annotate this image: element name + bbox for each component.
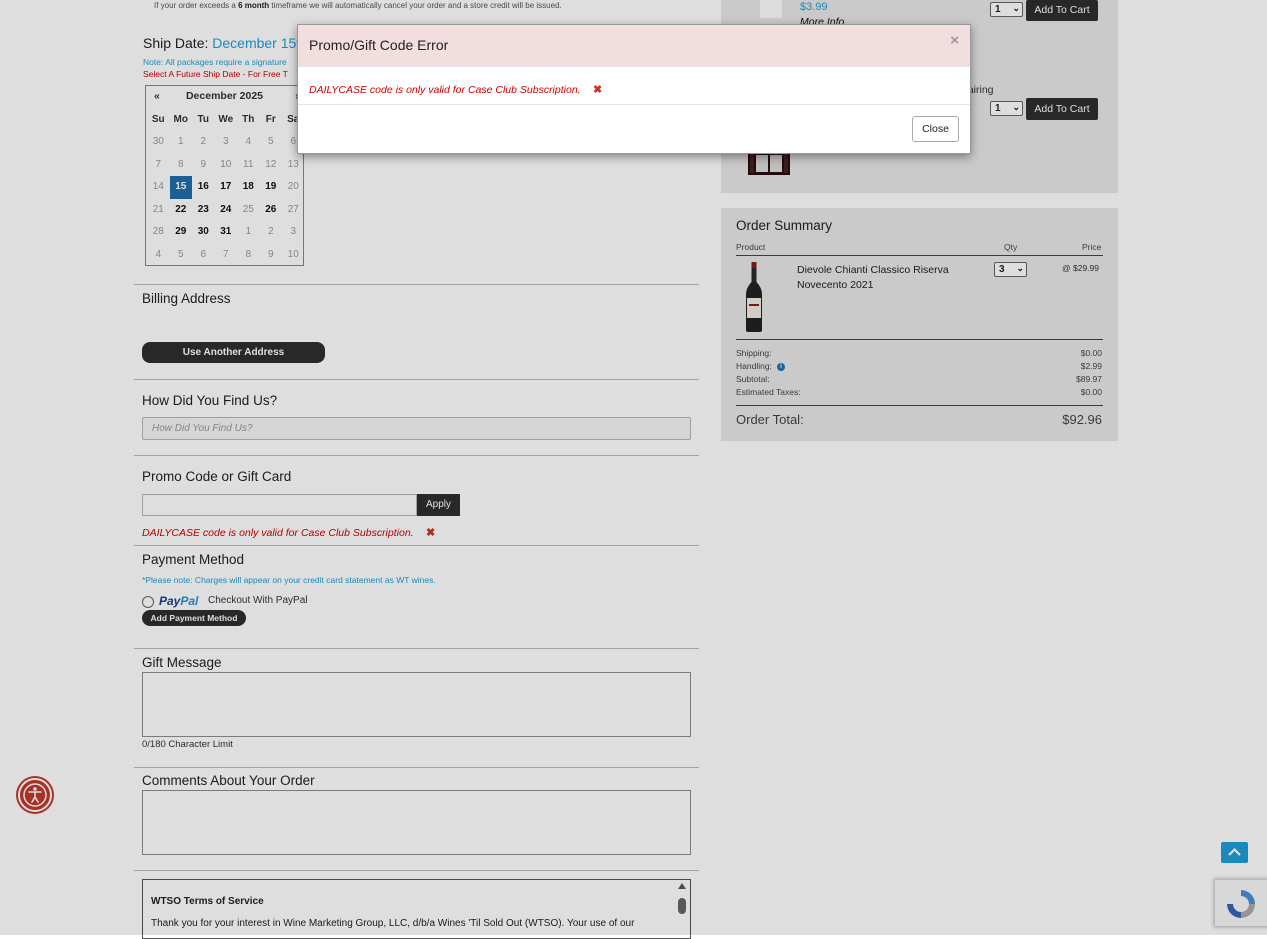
modal-error-text: DAILYCASE code is only valid for Case Cl…: [309, 84, 581, 96]
close-icon[interactable]: ×: [950, 32, 959, 49]
promo-error-modal: Promo/Gift Code Error × DAILYCASE code i…: [297, 24, 971, 154]
modal-message: DAILYCASE code is only valid for Case Cl…: [309, 80, 602, 98]
modal-body: DAILYCASE code is only valid for Case Cl…: [298, 67, 970, 105]
checkout-page: If your order exceeds a 6 month timefram…: [0, 0, 1267, 939]
x-mark-icon: ✖: [593, 84, 603, 96]
modal-close-button[interactable]: Close: [912, 116, 959, 142]
modal-header: Promo/Gift Code Error ×: [298, 25, 970, 67]
modal-title: Promo/Gift Code Error: [309, 37, 449, 53]
